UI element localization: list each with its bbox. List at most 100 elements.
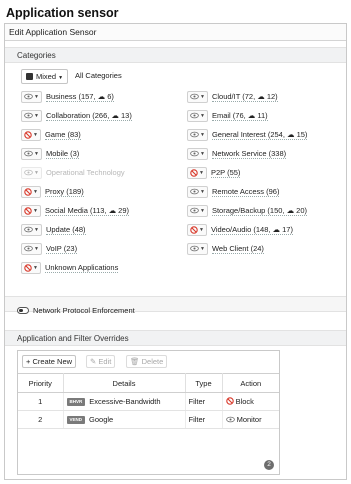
category-item: ▼ VoIP (23): [21, 239, 132, 258]
category-label[interactable]: Network Service (338): [211, 149, 287, 159]
monitor-icon: [190, 112, 199, 119]
delete-button[interactable]: 🗑 Delete: [126, 355, 168, 368]
column-header-type[interactable]: Type: [185, 373, 223, 393]
category-action-dropdown[interactable]: ▼: [21, 223, 42, 236]
category-label[interactable]: General Interest (254, ☁ 15): [211, 130, 308, 140]
column-header-priority[interactable]: Priority: [18, 373, 64, 393]
category-item: ▼ P2P (55): [187, 163, 307, 182]
category-label[interactable]: Game (83): [44, 130, 81, 140]
column-header-action[interactable]: Action: [222, 373, 279, 393]
monitor-icon: [225, 415, 235, 424]
category-item: ▼ Unknown Applications: [21, 258, 132, 277]
details-cell: BHVR Excessive-Bandwidth: [63, 392, 186, 411]
chevron-down-icon: ▼: [200, 112, 205, 119]
chevron-down-icon: ▼: [34, 112, 39, 119]
overrides-toolbar: + Create New ✎ Edit 🗑 Delete: [18, 351, 279, 371]
category-action-dropdown[interactable]: ▼: [187, 128, 208, 141]
chevron-down-icon: ▼: [200, 245, 205, 252]
category-label[interactable]: Update (48): [45, 225, 86, 235]
overrides-table-container: + Create New ✎ Edit 🗑 Delete Priority De…: [17, 350, 280, 475]
chevron-down-icon: ▼: [34, 93, 39, 100]
vendor-tag: VEND: [66, 416, 86, 424]
category-action-dropdown[interactable]: ▼: [21, 147, 42, 160]
category-label[interactable]: Social Media (113, ☁ 29): [44, 206, 130, 216]
category-item: ▼ Network Service (338): [187, 144, 307, 163]
category-item: ▼ Social Media (113, ☁ 29): [21, 201, 132, 220]
empty-cell: [18, 429, 279, 451]
category-label[interactable]: Mobile (3): [45, 149, 80, 159]
monitor-icon: [190, 188, 199, 195]
mixed-label: Mixed: [36, 72, 57, 81]
block-icon: [24, 130, 32, 139]
monitor-icon: [190, 150, 199, 157]
categories-section-header: Categories: [5, 47, 346, 63]
monitor-icon: [190, 93, 199, 100]
category-item: ▼ Update (48): [21, 220, 132, 239]
category-label[interactable]: Video/Audio (148, ☁ 17): [210, 225, 293, 235]
categories-left-column: ▼ Business (157, ☁ 6) ▼ Collaboration (266,…: [21, 87, 132, 277]
chevron-down-icon: ▼: [34, 169, 39, 176]
category-label[interactable]: Remote Access (96): [211, 187, 280, 197]
category-action-dropdown[interactable]: ▼: [187, 90, 208, 103]
monitor-icon: [24, 245, 33, 252]
category-label[interactable]: Unknown Applications: [44, 263, 119, 273]
behavior-tag: BHVR: [66, 398, 86, 406]
category-label[interactable]: Web Client (24): [211, 244, 264, 254]
edit-button[interactable]: ✎ Edit: [86, 355, 116, 368]
category-action-dropdown[interactable]: ▼: [187, 185, 208, 198]
category-action-dropdown[interactable]: ▼: [21, 166, 42, 179]
network-protocol-enforcement-toggle[interactable]: [17, 307, 29, 314]
overrides-table: Priority Details Type Action 1 BHVR Exces…: [18, 373, 279, 451]
monitor-icon: [190, 207, 199, 214]
monitor-icon: [24, 112, 33, 119]
table-row[interactable]: 2 VEND Google Filter Monitor: [18, 410, 279, 429]
block-icon: [24, 187, 32, 196]
chevron-down-icon: ▼: [34, 150, 39, 157]
priority-cell: 1: [18, 392, 64, 411]
category-item: ▼ Storage/Backup (150, ☁ 20): [187, 201, 308, 220]
category-label[interactable]: VoIP (23): [45, 244, 78, 254]
action-cell: Block: [222, 392, 279, 411]
column-header-details[interactable]: Details: [63, 373, 186, 393]
category-action-dropdown[interactable]: ▼: [187, 242, 208, 255]
category-action-dropdown[interactable]: ▼: [21, 185, 41, 198]
category-label: Operational Technology: [45, 168, 125, 177]
category-label[interactable]: Business (157, ☁ 6): [45, 92, 114, 102]
mixed-action-dropdown[interactable]: Mixed ▼: [21, 69, 69, 84]
category-action-dropdown[interactable]: ▼: [21, 261, 41, 274]
delete-label: Delete: [141, 357, 164, 366]
category-action-dropdown[interactable]: ▼: [21, 90, 42, 103]
category-label[interactable]: Cloud/IT (72, ☁ 12): [211, 92, 278, 102]
category-action-dropdown[interactable]: ▼: [21, 242, 42, 255]
category-label[interactable]: P2P (55): [210, 168, 241, 178]
trash-icon: 🗑: [130, 357, 142, 366]
category-action-dropdown[interactable]: ▼: [187, 204, 208, 217]
chevron-down-icon: ▼: [200, 93, 205, 100]
category-action-dropdown[interactable]: ▼: [187, 223, 207, 236]
chevron-down-icon: ▼: [34, 226, 39, 233]
category-action-dropdown[interactable]: ▼: [187, 109, 208, 122]
category-action-dropdown[interactable]: ▼: [187, 147, 208, 160]
category-action-dropdown[interactable]: ▼: [187, 166, 207, 179]
chevron-down-icon: ▼: [200, 207, 205, 214]
type-cell: Filter: [185, 410, 223, 429]
empty-table-row: [18, 429, 279, 451]
create-new-button[interactable]: + Create New: [22, 355, 77, 368]
category-label[interactable]: Proxy (189): [44, 187, 84, 197]
table-row[interactable]: 1 BHVR Excessive-Bandwidth Filter Block: [18, 392, 279, 411]
block-icon: [190, 168, 198, 177]
category-action-dropdown[interactable]: ▼: [21, 109, 42, 122]
category-label[interactable]: Collaboration (266, ☁ 13): [45, 111, 132, 121]
category-label[interactable]: Email (76, ☁ 11): [211, 111, 268, 121]
category-item: ▼ Email (76, ☁ 11): [187, 106, 307, 125]
category-action-dropdown[interactable]: ▼: [21, 204, 41, 217]
category-action-dropdown[interactable]: ▼: [21, 128, 41, 141]
monitor-icon: [24, 169, 33, 176]
monitor-icon: [24, 150, 33, 157]
monitor-icon: [190, 131, 199, 138]
action-text: Monitor: [236, 415, 262, 424]
category-label[interactable]: Storage/Backup (150, ☁ 20): [211, 206, 308, 216]
category-item: ▼ Web Client (24): [187, 239, 307, 258]
mixed-icon: [26, 73, 33, 80]
chevron-down-icon: ▼: [33, 207, 38, 214]
